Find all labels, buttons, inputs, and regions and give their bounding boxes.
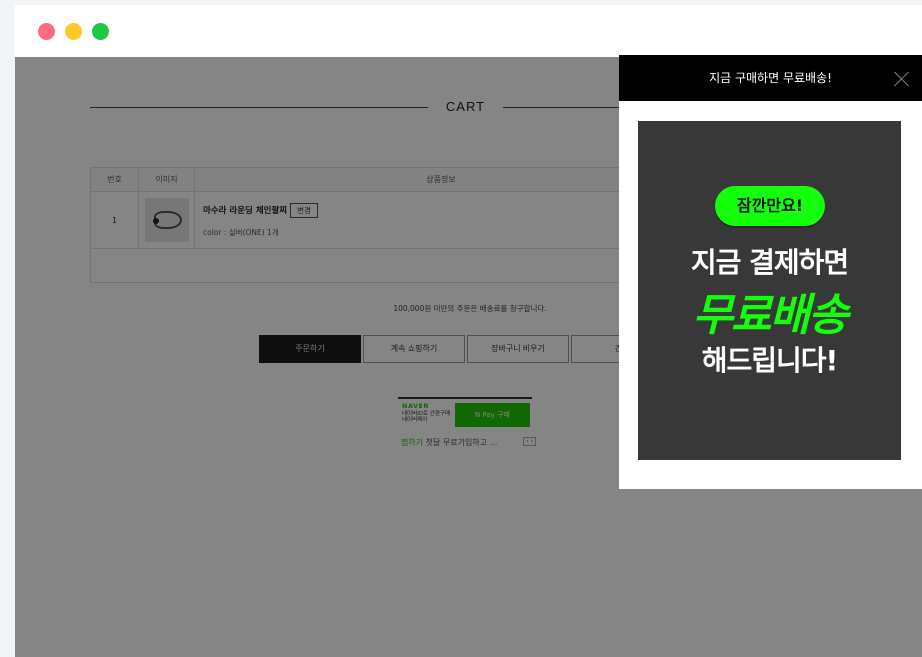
close-window-dot[interactable] — [38, 23, 55, 40]
promo-line-1: 지금 결제하면 — [690, 246, 849, 279]
popup-header: 지금 구매하면 무료배송! — [619, 55, 922, 101]
close-icon[interactable] — [891, 68, 913, 90]
promo-banner[interactable]: 잠깐만요! 지금 결제하면 무료배송 해드립니다! — [638, 121, 901, 460]
promo-line-2: 무료배송 — [692, 290, 849, 341]
promo-line-3: 해드립니다! — [701, 344, 839, 377]
promo-badge: 잠깐만요! — [715, 186, 825, 226]
minimize-window-dot[interactable] — [65, 23, 82, 40]
popup-title: 지금 구매하면 무료배송! — [709, 71, 832, 85]
free-shipping-popup: 지금 구매하면 무료배송! 잠깐만요! 지금 결제하면 무료배송 해드립니다! — [619, 55, 922, 489]
maximize-window-dot[interactable] — [92, 23, 109, 40]
window-titlebar — [15, 5, 922, 57]
